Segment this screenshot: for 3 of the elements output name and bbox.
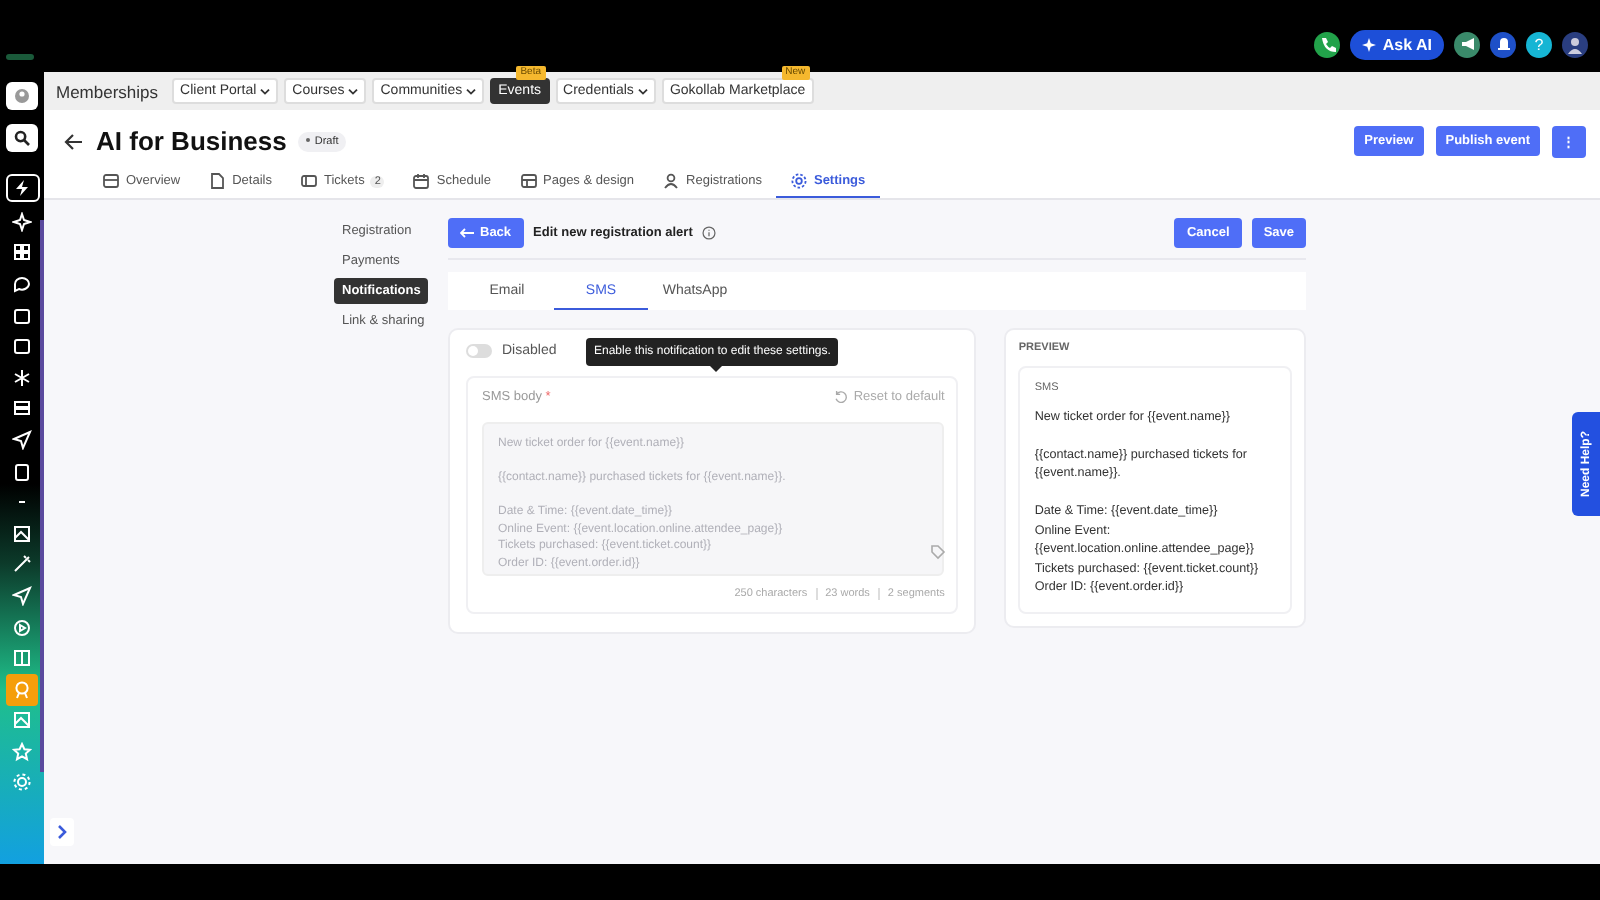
ask-ai-button[interactable]: Ask AI — [1350, 29, 1444, 59]
section-title: Memberships — [56, 81, 159, 101]
event-title: AI for Business — [96, 126, 287, 157]
